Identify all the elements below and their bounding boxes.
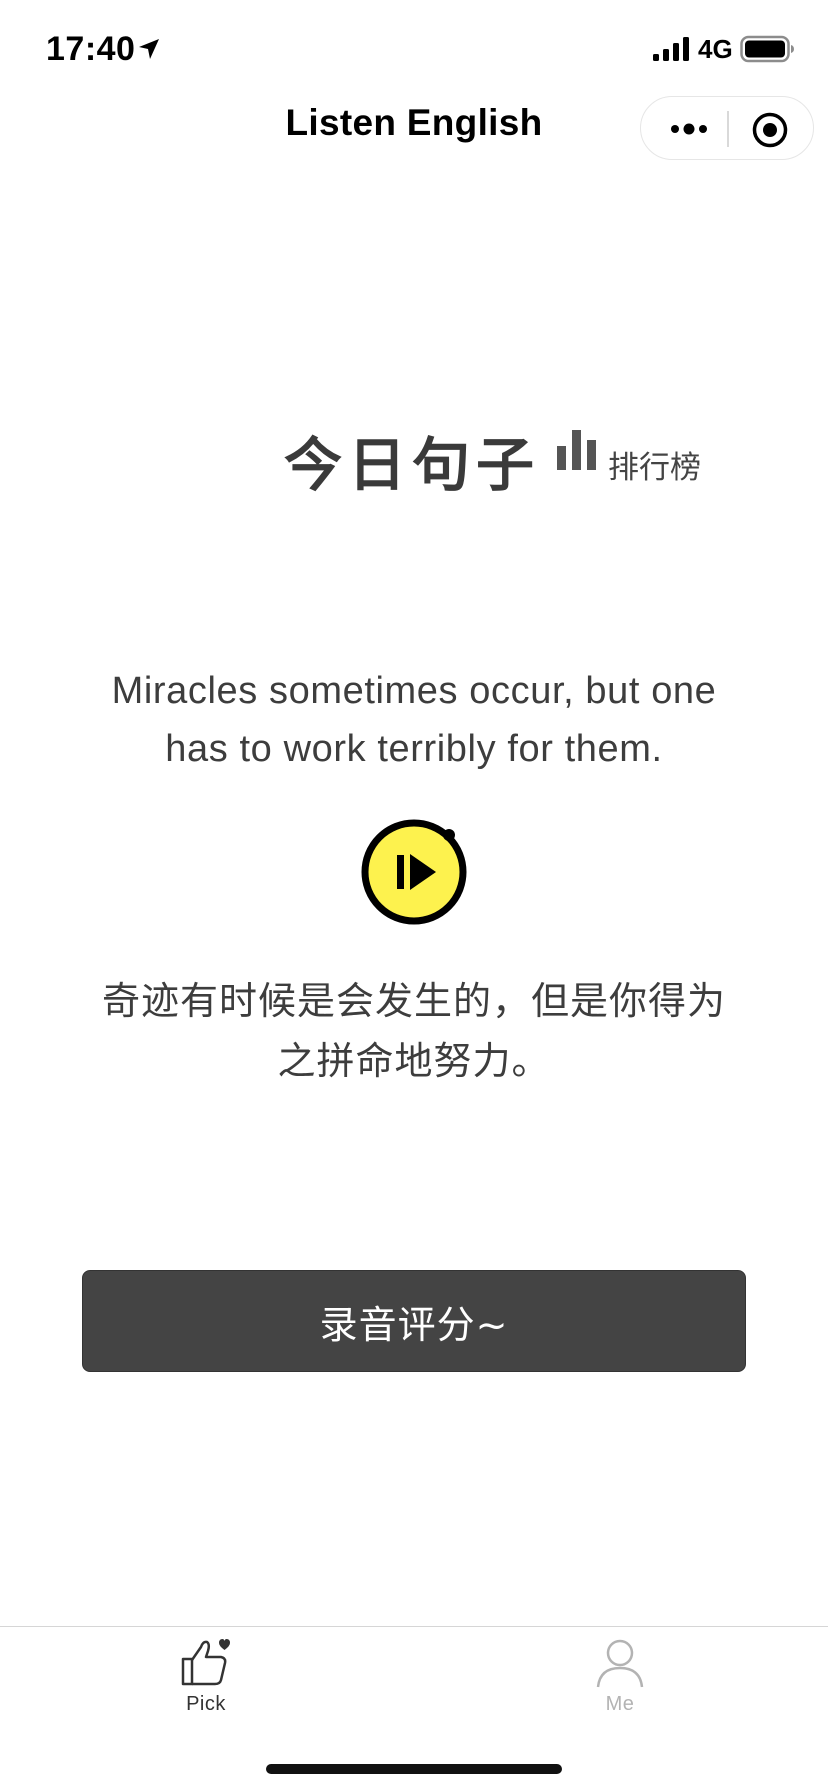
more-icon[interactable] xyxy=(667,115,711,143)
record-score-button[interactable]: 录音评分~ xyxy=(82,1270,746,1372)
thumbs-up-icon xyxy=(181,1639,230,1686)
bar-chart-icon xyxy=(557,430,596,470)
tab-me[interactable]: Me xyxy=(540,1635,700,1735)
battery-icon xyxy=(740,35,794,63)
tab-me-label: Me xyxy=(605,1693,635,1715)
page-heading: 今日句子 xyxy=(284,431,541,499)
home-indicator xyxy=(266,1764,562,1774)
tab-pick[interactable]: Pick xyxy=(126,1635,286,1735)
capsule-divider xyxy=(727,111,729,147)
mini-program-capsule xyxy=(640,96,814,160)
status-bar: 17:40 4G xyxy=(0,0,828,100)
signal-icon xyxy=(653,37,689,61)
network-label: 4G xyxy=(698,34,733,64)
sentence-english: Miracles sometimes occur, but one has to… xyxy=(111,670,717,770)
ranking-label: 排行榜 xyxy=(608,450,701,485)
play-audio-icon[interactable] xyxy=(360,818,468,926)
status-time: 17:40 xyxy=(46,30,136,68)
sentence-chinese: 奇迹有时候是会发生的，但是你得为之拼命地努力。 xyxy=(101,981,726,1083)
person-icon xyxy=(596,1639,644,1688)
screen: 17:40 4G Listen English 今日句子 排行榜 Miracle… xyxy=(0,0,828,1792)
close-icon[interactable] xyxy=(751,111,789,149)
tab-pick-label: Pick xyxy=(186,1693,226,1715)
location-arrow-icon xyxy=(139,39,159,59)
